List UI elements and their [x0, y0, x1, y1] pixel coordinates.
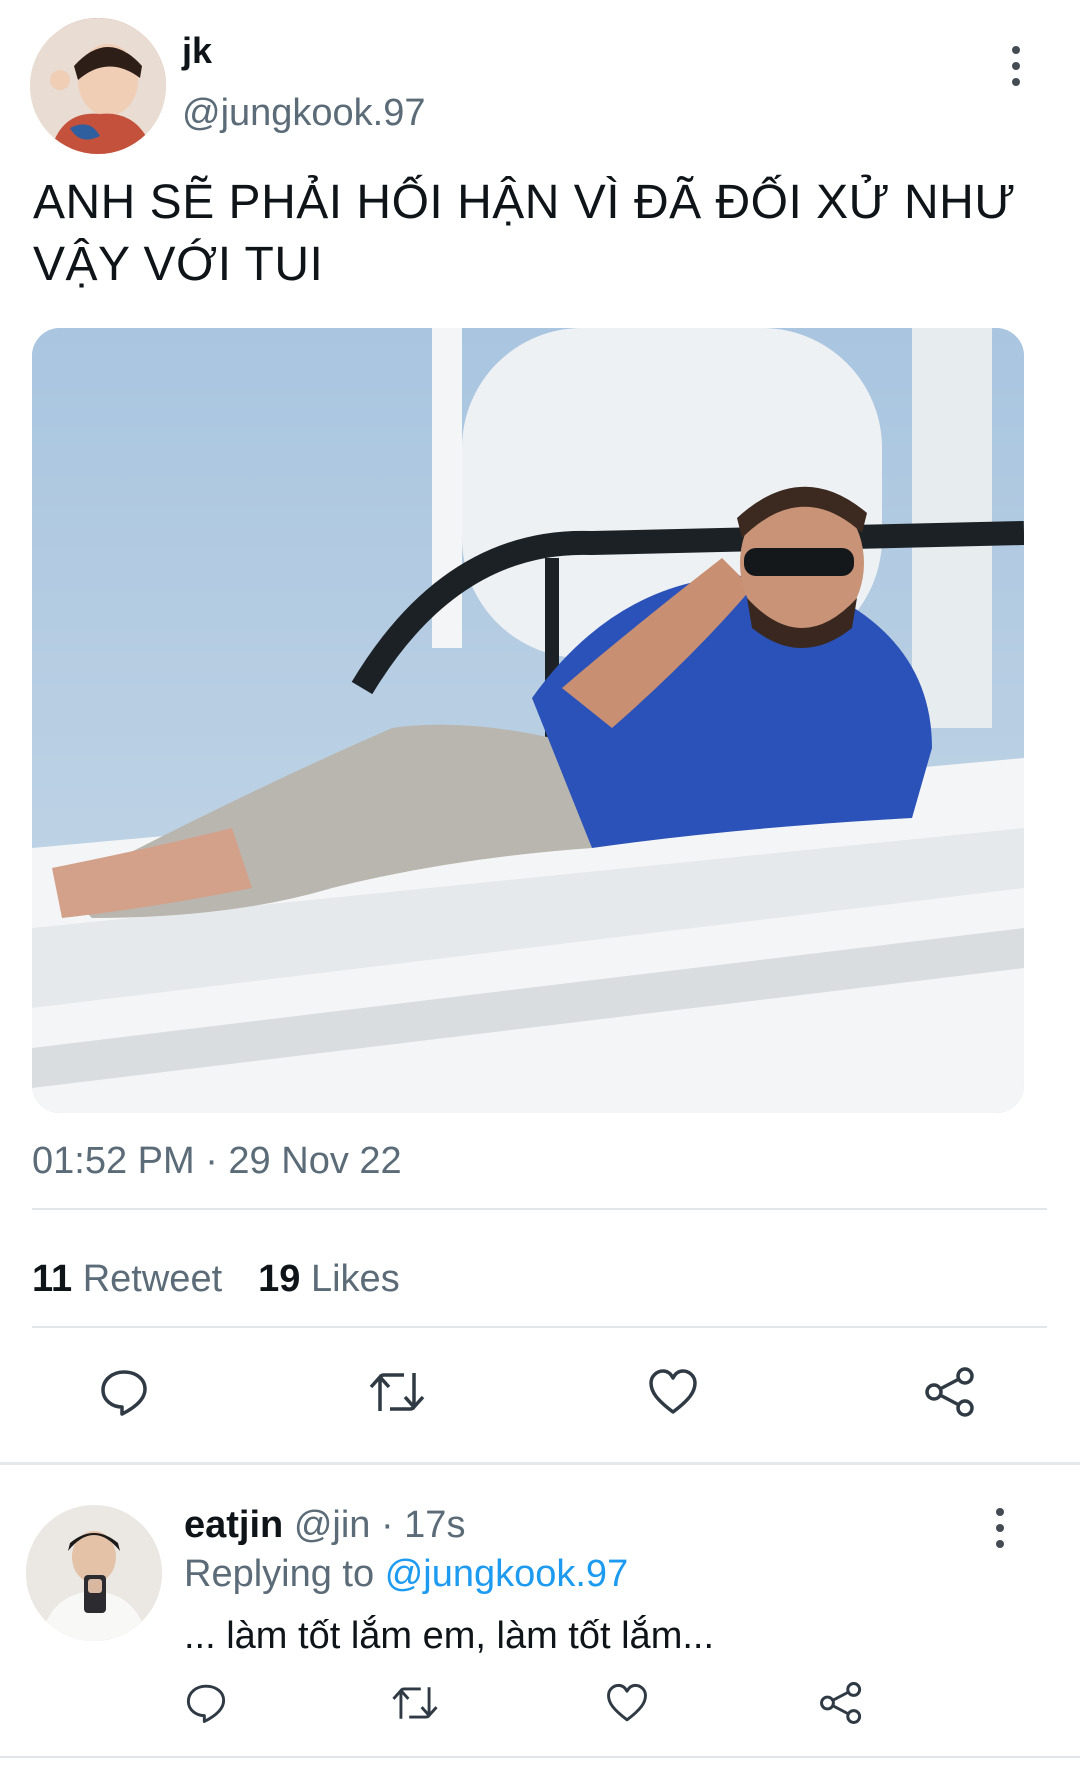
- likes-label: Likes: [310, 1258, 400, 1300]
- divider: [0, 1756, 1080, 1758]
- likes-stat[interactable]: 19 Likes: [258, 1258, 400, 1301]
- likes-count: 19: [258, 1258, 301, 1300]
- reply-icon: [186, 1684, 226, 1723]
- retweet-stat[interactable]: 11 Retweet: [32, 1258, 222, 1301]
- retweet-button[interactable]: [367, 1364, 427, 1420]
- reply-text: ... làm tốt lắm em, làm tốt lắm...: [184, 1615, 715, 1657]
- share-button[interactable]: [922, 1364, 978, 1420]
- section-divider: [0, 1462, 1080, 1465]
- retweet-count: 11: [32, 1258, 73, 1300]
- avatar-photo: [26, 1505, 162, 1641]
- divider: [32, 1326, 1047, 1328]
- avatar-photo: [30, 18, 166, 154]
- author-avatar[interactable]: [30, 18, 166, 154]
- tweet-stats: 11 Retweet 19 Likes: [32, 1258, 400, 1301]
- replying-to-handle[interactable]: @jungkook.97: [385, 1553, 629, 1595]
- divider: [32, 1208, 1047, 1210]
- reply-more-options-icon[interactable]: [994, 1508, 1006, 1548]
- reply-author-line: eatjin @jin · 17s: [184, 1504, 465, 1547]
- tweet-timestamp: 01:52 PM · 29 Nov 22: [32, 1140, 402, 1182]
- reply-author-name[interactable]: eatjin: [184, 1504, 283, 1546]
- replying-to-label: Replying to: [184, 1553, 375, 1595]
- replying-to-line: Replying to @jungkook.97: [184, 1553, 628, 1596]
- tweet-image[interactable]: [32, 328, 1024, 1113]
- reply-retweet-button[interactable]: [390, 1680, 440, 1726]
- like-button[interactable]: [645, 1364, 701, 1420]
- reply-button[interactable]: [96, 1364, 152, 1420]
- tweet-photo-illustration: [32, 328, 1024, 1113]
- more-options-icon[interactable]: [1010, 46, 1022, 86]
- reply-icon: [101, 1370, 147, 1416]
- reply-author-handle-time[interactable]: @jin · 17s: [294, 1504, 466, 1546]
- heart-icon: [607, 1683, 647, 1722]
- retweet-label: Retweet: [82, 1258, 223, 1300]
- tweet-text: ANH SẼ PHẢI HỐI HẬN VÌ ĐÃ ĐỐI XỬ NHƯ VẬY…: [33, 176, 1016, 291]
- author-name[interactable]: jk: [182, 30, 212, 72]
- reply-reply-button[interactable]: [183, 1680, 229, 1726]
- retweet-icon: [392, 1687, 438, 1719]
- share-icon: [925, 1367, 974, 1417]
- reply-author-avatar[interactable]: [26, 1505, 162, 1641]
- reply-like-button[interactable]: [604, 1680, 650, 1726]
- share-icon: [820, 1682, 862, 1724]
- heart-icon: [649, 1369, 697, 1414]
- author-handle[interactable]: @jungkook.97: [182, 92, 426, 135]
- reply-share-button[interactable]: [818, 1680, 864, 1726]
- retweet-icon: [369, 1373, 425, 1411]
